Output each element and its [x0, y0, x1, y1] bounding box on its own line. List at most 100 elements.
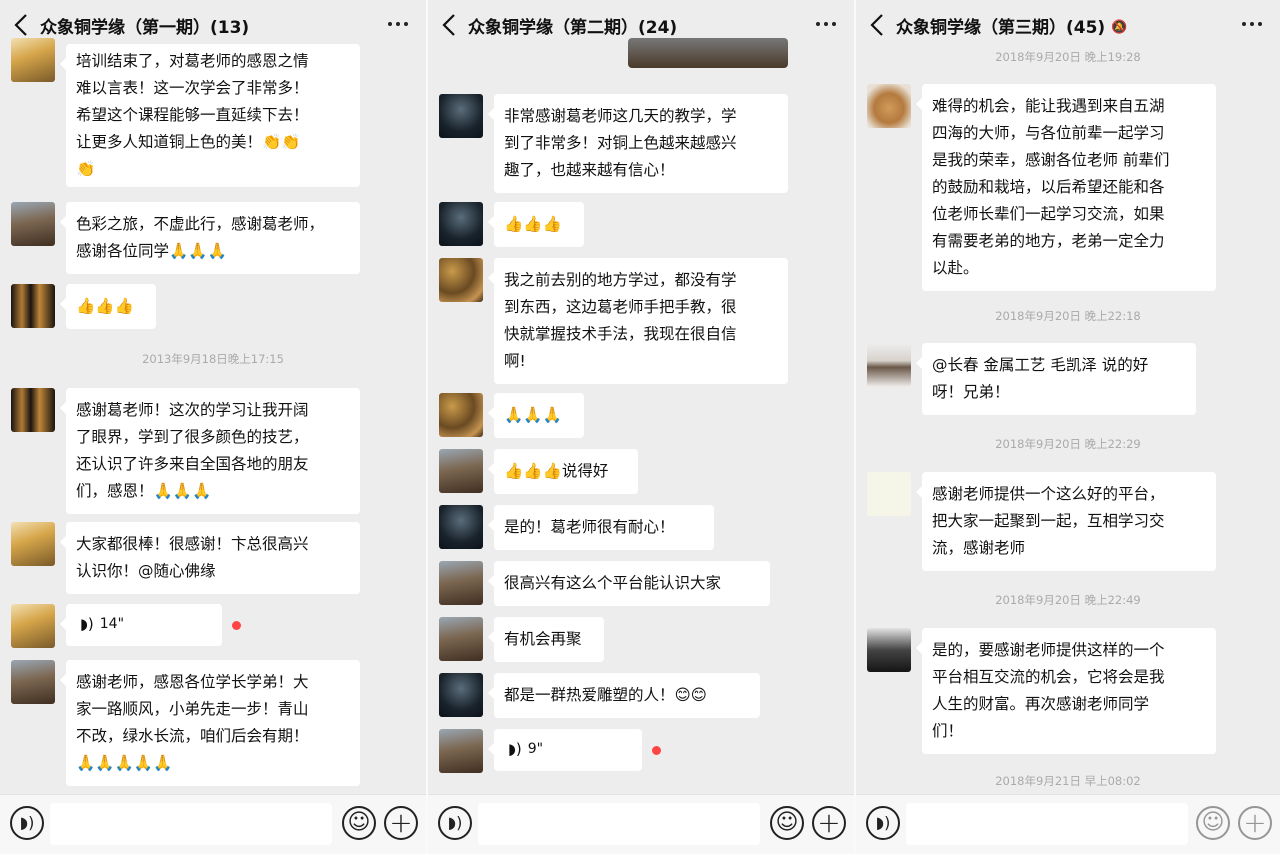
message-bubble[interactable]: 🙏🙏🙏 [488, 393, 584, 438]
voice-message[interactable]: ◗) 9" [488, 729, 642, 771]
message-bubble[interactable]: 非常感谢葛老师这几天的教学，学 到了非常多！对铜上色越来越感兴 趣了，也越来越有… [488, 94, 788, 193]
message-bubble[interactable]: 色彩之旅，不虚此行，感谢葛老师， 感谢各位同学🙏🙏🙏 [60, 202, 360, 274]
avatar[interactable] [867, 472, 911, 516]
message-bubble[interactable]: 都是一群热爱雕塑的人！😊😊 [488, 673, 760, 718]
message-bubble[interactable]: 👍👍👍说得好 [488, 449, 638, 494]
message-bubble[interactable]: 很高兴有这么个平台能认识大家 [488, 561, 770, 606]
message-line: 感谢各位同学🙏🙏🙏 [76, 242, 227, 260]
unread-dot [652, 746, 661, 755]
avatar[interactable] [867, 84, 911, 128]
message-line: 👍👍👍 [504, 215, 562, 233]
message-bubble[interactable]: 难得的机会，能让我遇到来自五湖 四海的大师，与各位前辈一起学习 是我的荣幸，感谢… [916, 84, 1216, 291]
message-line: 大家都很棒！很感谢！卞总很高兴 [76, 535, 309, 553]
avatar[interactable] [11, 604, 55, 648]
timestamp: 2013年9月18日晚上17:15 [142, 352, 284, 366]
avatar[interactable] [867, 628, 911, 672]
message-bubble[interactable]: 感谢老师提供一个这么好的平台， 把大家一起聚到一起，互相学习交 流，感谢老师 [916, 472, 1216, 571]
message-line: 感谢老师，感恩各位学长学弟！大 [76, 673, 309, 691]
more-dots-icon[interactable] [388, 22, 408, 26]
message-input[interactable] [906, 803, 1188, 845]
message-input[interactable] [50, 803, 332, 845]
chat-panel-1: 众象铜学缘（第一期）(13) 培训结束了，对葛老师的感恩之情 难以言表！这一次学… [0, 0, 426, 854]
avatar[interactable] [439, 561, 483, 605]
plus-icon[interactable]: + [1238, 806, 1272, 840]
avatar[interactable] [11, 522, 55, 566]
message-line: 🙏🙏🙏 [504, 406, 562, 424]
message-line: 有需要老弟的地方，老弟一定全力 [932, 232, 1165, 250]
unread-dot [232, 621, 241, 630]
message-bubble[interactable]: 培训结束了，对葛老师的感恩之情 难以言表！这一次学会了非常多！ 希望这个课程能够… [60, 44, 360, 187]
avatar[interactable] [439, 393, 483, 437]
chat-panel-2: 众象铜学缘（第二期）(24) 非常感谢葛老师这几天的教学，学 到了非常多！对铜上… [428, 0, 854, 854]
avatar[interactable] [439, 449, 483, 493]
message-line: 希望这个课程能够一直延续下去！ [76, 106, 309, 124]
avatar[interactable] [439, 202, 483, 246]
more-dots-icon[interactable] [1242, 22, 1262, 26]
message-bubble[interactable]: 感谢葛老师！这次的学习让我开阔 了眼界，学到了很多颜色的技艺， 还认识了许多来自… [60, 388, 360, 514]
avatar[interactable] [439, 729, 483, 773]
voice-message[interactable]: ◗) 14" [60, 604, 222, 646]
message-line: 趣了，也越来越有信心！ [504, 161, 675, 179]
chevron-left-icon[interactable] [438, 11, 462, 39]
message-bubble[interactable]: 有机会再聚 [488, 617, 604, 662]
chevron-left-icon[interactable] [866, 11, 890, 39]
emoji-face-icon[interactable]: ☺ [770, 806, 804, 840]
message-line: 平台相互交流的机会，它将会是我 [932, 668, 1165, 686]
voice-input-icon[interactable]: ◗) [866, 806, 900, 840]
message-bubble[interactable]: 大家都很棒！很感谢！卞总很高兴 认识你！@随心佛缘 [60, 522, 360, 594]
voice-wave-icon: ◗) [80, 615, 94, 633]
avatar[interactable] [439, 258, 483, 302]
avatar[interactable] [11, 388, 55, 432]
chat-title-text: 众象铜学缘（第三期）(45) [896, 18, 1106, 38]
plus-icon[interactable]: + [384, 806, 418, 840]
avatar[interactable] [11, 284, 55, 328]
message-line: 👏 [76, 160, 96, 178]
plus-icon[interactable]: + [812, 806, 846, 840]
message-bubble[interactable]: 👍👍👍 [488, 202, 584, 247]
chat-title: 众象铜学缘（第三期）(45) 🔕 [896, 13, 1127, 38]
message-line: 有机会再聚 [504, 630, 582, 648]
avatar[interactable] [11, 660, 55, 704]
message-bubble[interactable]: 感谢老师，感恩各位学长学弟！大 家一路顺风，小弟先走一步！青山 不改，绿水长流，… [60, 660, 360, 786]
message-line: 不改，绿水长流，咱们后会有期！ [76, 727, 309, 745]
timestamp: 2018年9月21日 早上08:02 [995, 774, 1141, 788]
message-list: 非常感谢葛老师这几天的教学，学 到了非常多！对铜上色越来越感兴 趣了，也越来越有… [428, 38, 854, 794]
voice-input-icon[interactable]: ◗) [10, 806, 44, 840]
avatar[interactable] [11, 202, 55, 246]
image-message[interactable] [628, 38, 788, 68]
emoji-face-icon[interactable]: ☺ [1196, 806, 1230, 840]
message-line: 🙏🙏🙏🙏🙏 [76, 754, 173, 772]
message-line: 了眼界，学到了很多颜色的技艺， [76, 428, 309, 446]
message-input[interactable] [478, 803, 760, 845]
chevron-left-icon[interactable] [10, 11, 34, 39]
emoji-face-icon[interactable]: ☺ [342, 806, 376, 840]
message-line: @长春 金属工艺 毛凯泽 说的好 [932, 356, 1149, 374]
message-bubble[interactable]: 我之前去别的地方学过，都没有学 到东西，这边葛老师手把手教，很 快就掌握技术手法… [488, 258, 788, 384]
message-bubble[interactable]: 是的！葛老师很有耐心！ [488, 505, 714, 550]
message-line: 都是一群热爱雕塑的人！😊😊 [504, 686, 707, 704]
message-line: 难以言表！这一次学会了非常多！ [76, 79, 309, 97]
avatar[interactable] [867, 343, 911, 387]
timestamp: 2018年9月20日 晚上22:49 [995, 593, 1141, 607]
avatar[interactable] [439, 94, 483, 138]
message-line: 快就掌握技术手法，我现在很自信 [504, 325, 737, 343]
message-line: 流，感谢老师 [932, 539, 1026, 557]
avatar[interactable] [439, 617, 483, 661]
more-dots-icon[interactable] [816, 22, 836, 26]
message-line: 们，感恩！🙏🙏🙏 [76, 482, 212, 500]
message-line: 到了非常多！对铜上色越来越感兴 [504, 134, 737, 152]
message-line: 人生的财富。再次感谢老师同学 [932, 695, 1150, 713]
timestamp: 2018年9月20日 晚上22:18 [995, 309, 1141, 323]
message-bubble[interactable]: @长春 金属工艺 毛凯泽 说的好 呀！兄弟！ [916, 343, 1196, 415]
message-bubble[interactable]: 是的，要感谢老师提供这样的一个 平台相互交流的机会，它将会是我 人生的财富。再次… [916, 628, 1216, 754]
avatar[interactable] [11, 38, 55, 82]
message-line: 我之前去别的地方学过，都没有学 [504, 271, 737, 289]
voice-input-icon[interactable]: ◗) [438, 806, 472, 840]
message-line: 以赴。 [932, 259, 979, 277]
message-bubble[interactable]: 👍👍👍 [60, 284, 156, 329]
input-toolbar: ◗) ☺ + [428, 794, 854, 854]
message-line: 呀！兄弟！ [932, 383, 1010, 401]
input-toolbar: ◗) ☺ + [0, 794, 426, 854]
avatar[interactable] [439, 673, 483, 717]
avatar[interactable] [439, 505, 483, 549]
